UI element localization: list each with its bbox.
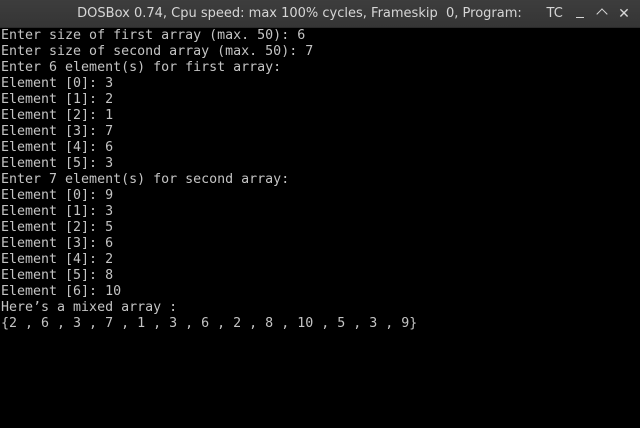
minimize-icon [576, 16, 584, 18]
console-line: Element [1]: 3 [1, 204, 114, 219]
console-line: Element [4]: 6 [1, 140, 114, 155]
console-line: Element [3]: 7 [1, 124, 114, 139]
console-line: Element [0]: 3 [1, 76, 114, 91]
maximize-button[interactable] [592, 4, 612, 24]
close-button[interactable]: ✕ [614, 4, 634, 24]
dos-console[interactable]: Enter size of first array (max. 50): 6 E… [0, 28, 640, 428]
close-icon: ✕ [618, 6, 630, 22]
console-line: Element [2]: 5 [1, 220, 114, 235]
console-line: Element [6]: 10 [1, 284, 122, 299]
console-line: Element [5]: 8 [1, 268, 114, 283]
console-line: Element [4]: 2 [1, 252, 114, 267]
console-line: Element [1]: 2 [1, 92, 114, 107]
console-line: Element [0]: 9 [1, 188, 114, 203]
console-line: Element [5]: 3 [1, 156, 114, 171]
dosbox-window: DOSBox 0.74, Cpu speed: max 100% cycles,… [0, 0, 640, 428]
window-title: DOSBox 0.74, Cpu speed: max 100% cycles,… [77, 6, 563, 21]
console-line: Enter 7 element(s) for second array: [1, 172, 290, 187]
console-line: Enter 6 element(s) for first array: [1, 60, 282, 75]
console-line: {2 , 6 , 3 , 7 , 1 , 3 , 6 , 2 , 8 , 10 … [1, 316, 418, 331]
console-line: Enter size of first array (max. 50): 6 [1, 28, 306, 43]
title-bar[interactable]: DOSBox 0.74, Cpu speed: max 100% cycles,… [0, 0, 640, 28]
maximize-icon [596, 8, 608, 20]
console-line: Element [3]: 6 [1, 236, 114, 251]
console-line: Here’s a mixed array : [1, 300, 178, 315]
console-line: Enter size of second array (max. 50): 7 [1, 44, 314, 59]
minimize-button[interactable] [570, 4, 590, 24]
console-line: Element [2]: 1 [1, 108, 114, 123]
